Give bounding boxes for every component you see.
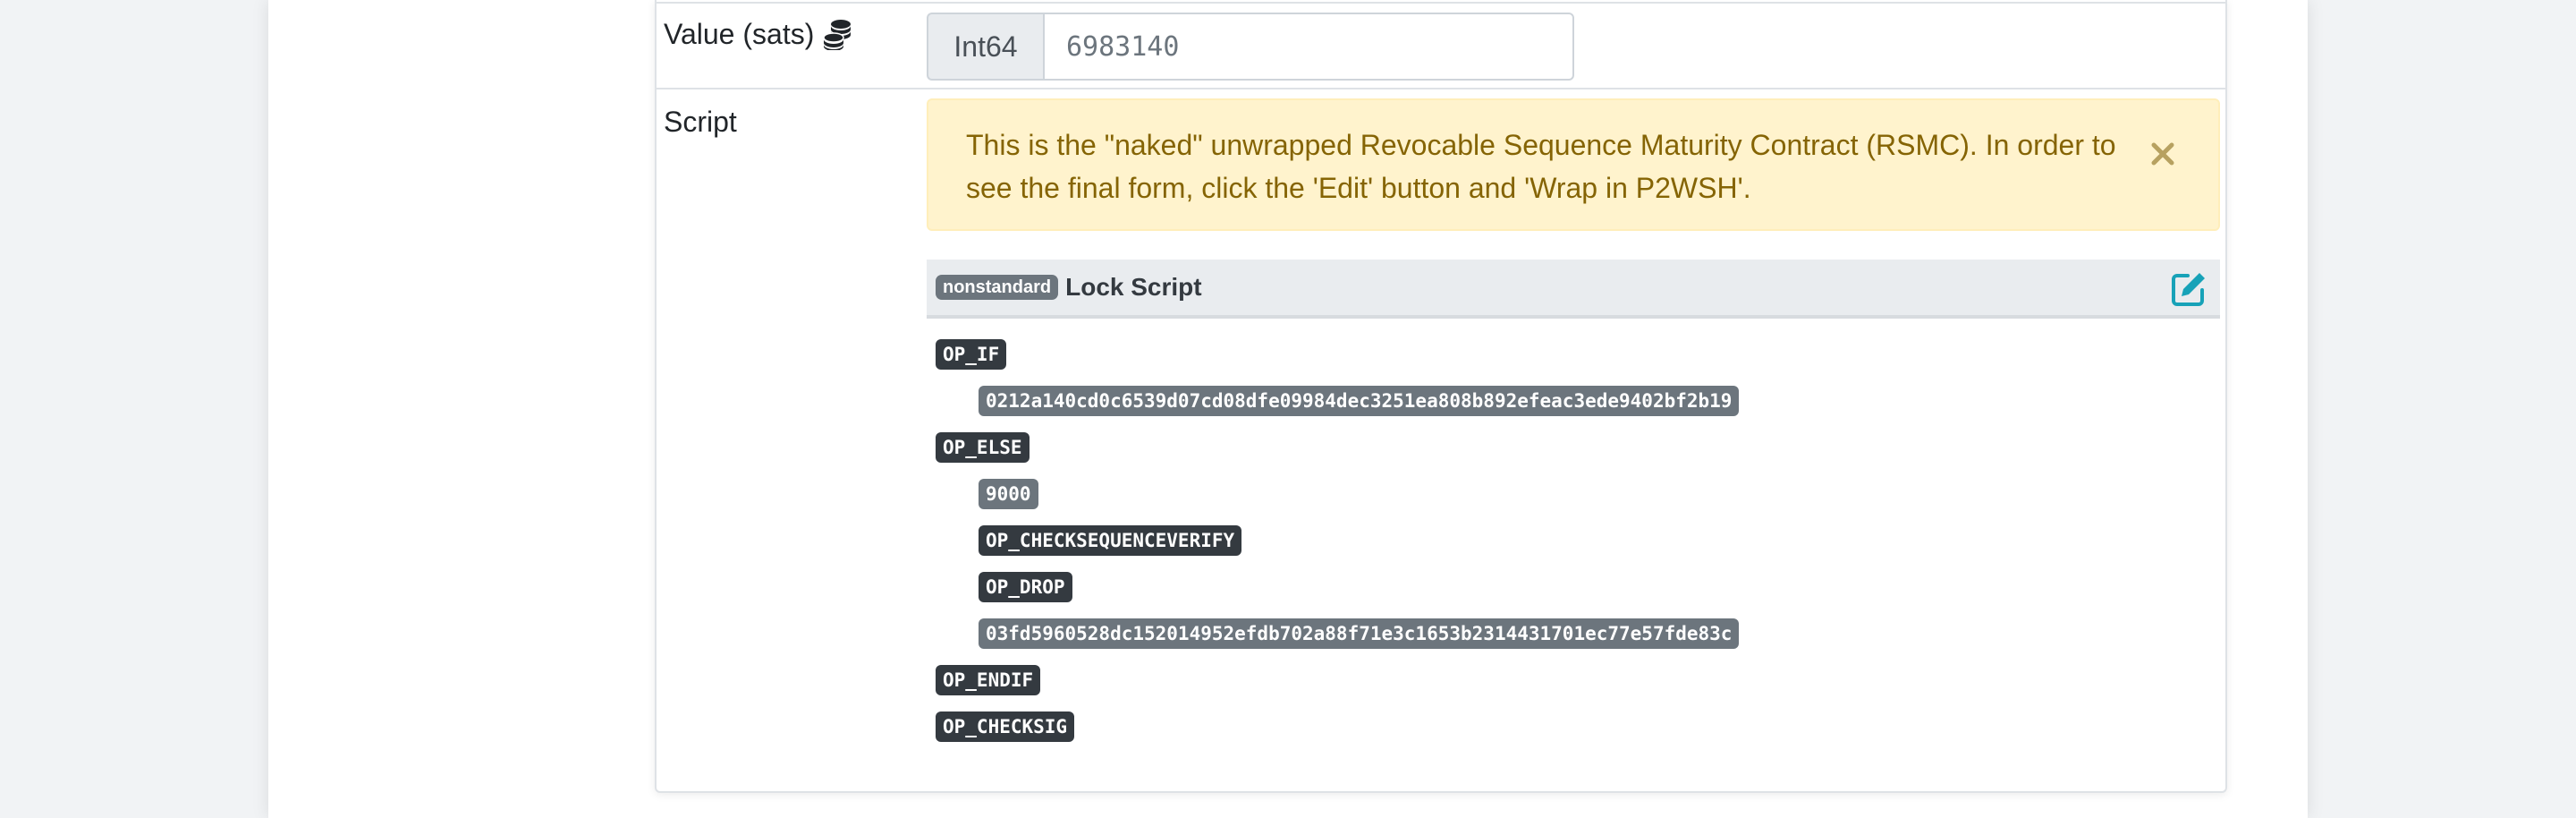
opcode-badge: OP_ELSE xyxy=(936,432,1030,463)
nonstandard-badge: nonstandard xyxy=(936,275,1059,300)
opcode-badge: OP_DROP xyxy=(979,572,1072,602)
data-push-badge: 0212a140cd0c6539d07cd08dfe09984dec3251ea… xyxy=(979,386,1740,416)
coins-icon xyxy=(823,20,852,50)
opcode-badge: OP_IF xyxy=(936,339,1007,370)
row-divider-middle xyxy=(657,88,2225,89)
opcode-badge: OP_CHECKSIG xyxy=(936,711,1075,742)
data-push-badge: 03fd5960528dc152014952efdb702a88f71e3c16… xyxy=(979,618,1740,649)
edit-icon[interactable] xyxy=(2170,270,2207,308)
value-label: Value (sats) xyxy=(664,16,853,52)
close-icon[interactable] xyxy=(2145,136,2181,172)
alert-text: This is the "naked" unwrapped Revocable … xyxy=(966,129,2116,204)
lock-script-title: Lock Script xyxy=(1065,273,1202,301)
script-label: Script xyxy=(664,106,737,138)
row-divider-top xyxy=(657,2,2225,4)
value-input-group: Int64 xyxy=(927,13,1574,81)
int64-prefix: Int64 xyxy=(927,13,1043,81)
opcode-badge: OP_CHECKSEQUENCEVERIFY xyxy=(979,525,1242,556)
data-push-badge: 9000 xyxy=(979,479,1038,509)
value-sats-input[interactable] xyxy=(1043,13,1574,81)
output-card: Value (sats) Int64 Script This is the "n… xyxy=(655,0,2227,793)
rsmc-info-alert: This is the "naked" unwrapped Revocable … xyxy=(927,98,2220,231)
lock-script-header: nonstandard Lock Script xyxy=(927,260,2220,319)
opcode-badge: OP_ENDIF xyxy=(936,665,1041,695)
value-label-text: Value (sats) xyxy=(664,18,815,50)
